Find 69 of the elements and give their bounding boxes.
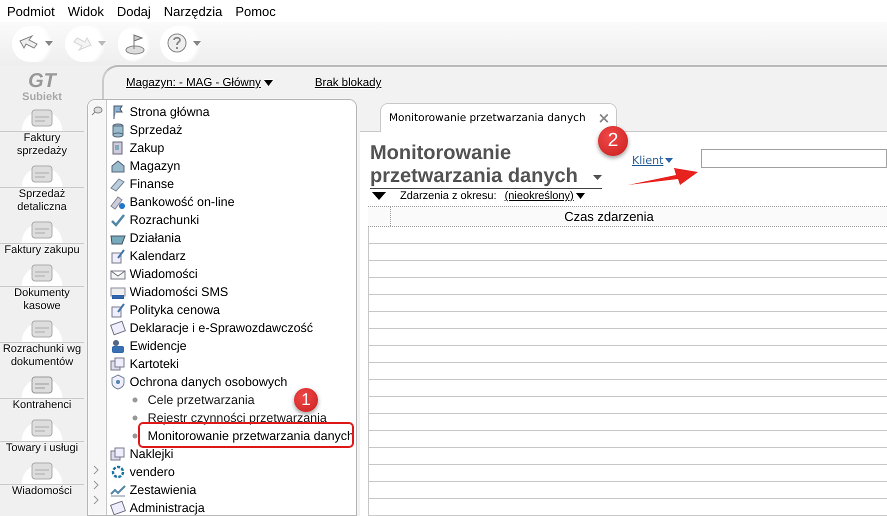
bullet-icon	[132, 397, 138, 403]
caret-icon	[665, 158, 674, 163]
notes-icon	[110, 176, 126, 192]
nav-subitem[interactable]: Rejestr czynności przetwarzania	[146, 411, 329, 425]
cards-icon	[110, 446, 126, 462]
close-icon[interactable]: ×	[598, 109, 610, 127]
nav-item[interactable]: Kartoteki	[110, 355, 356, 373]
house-icon	[110, 158, 126, 174]
nav-item[interactable]: Zakup	[110, 139, 356, 157]
tab[interactable]: Monitorowanie przetwarzania danych ×	[380, 103, 618, 132]
nav-item[interactable]: Bankowość on-line	[110, 193, 356, 211]
client-input-field[interactable]	[701, 149, 887, 168]
sidebar-item[interactable]: Wiadomości	[0, 458, 84, 498]
nav-item[interactable]: vendero	[110, 463, 356, 481]
nav-item[interactable]: Ochrona danych osobowych	[110, 373, 356, 391]
check-icon	[110, 212, 126, 228]
sidebar-item[interactable]: Faktury sprzedaży	[0, 105, 84, 158]
document-icon	[110, 320, 126, 336]
people-icon	[110, 338, 126, 354]
caret-icon	[264, 80, 273, 86]
sidebar-item[interactable]: Dokumenty kasowe	[0, 260, 84, 313]
caret-icon	[45, 41, 53, 46]
nav-item[interactable]: Finanse	[110, 175, 356, 193]
nav-subitem[interactable]: Cele przetwarzania	[146, 393, 257, 407]
bank-icon	[110, 194, 126, 210]
bullet-icon	[132, 433, 138, 439]
document-icon	[110, 500, 126, 515]
logo-text: Subiekt	[22, 91, 62, 103]
nav-item[interactable]: Magazyn	[110, 157, 356, 175]
nav-item[interactable]: Naklejki	[110, 445, 356, 463]
menu-item[interactable]: Narzędzia	[164, 4, 230, 18]
client-filter-link[interactable]: Klient	[632, 154, 674, 167]
nav-item[interactable]: Polityka cenowa	[110, 301, 356, 319]
collapse-arrow-icon	[372, 192, 386, 200]
nav-item[interactable]: Wiadomości SMS	[110, 283, 356, 301]
pen-icon	[110, 302, 126, 318]
caret-icon	[98, 41, 106, 46]
menu-item[interactable]: Dodaj	[116, 4, 158, 18]
sidebar-item[interactable]: Faktury zakupu	[0, 217, 84, 257]
sidebar-item[interactable]: Rozrachunki wg dokumentów	[0, 316, 84, 369]
sidebar-item[interactable]: Sprzedaż detaliczna	[0, 161, 84, 214]
logo-mark: GT	[28, 71, 56, 91]
period-dropdown[interactable]: (nieokreślony)	[504, 190, 585, 202]
nav-item[interactable]: Zestawienia	[110, 481, 356, 499]
nav-item[interactable]: Działania	[110, 229, 356, 247]
lock-link[interactable]: Brak blokady	[314, 77, 382, 89]
nav-item[interactable]: Deklaracje i e-Sprawozdawczość	[110, 319, 356, 337]
cards-icon	[110, 356, 126, 372]
caret-icon	[576, 193, 585, 199]
nav-item[interactable]: Ewidencje	[110, 337, 356, 355]
period-label: Zdarzenia z okresu:	[400, 190, 497, 202]
menu-item[interactable]: Pomoc	[235, 4, 283, 18]
nav-item[interactable]: Administracja	[110, 499, 356, 515]
nav-item[interactable]: Wiadomości	[110, 265, 356, 283]
menu-item[interactable]: Widok	[68, 4, 111, 18]
nav-item[interactable]: Rozrachunki	[110, 211, 356, 229]
bullet-icon	[132, 415, 138, 421]
caret-icon	[593, 175, 602, 180]
shield-icon	[110, 374, 126, 390]
menu-item[interactable]: Podmiot	[7, 4, 62, 18]
nav-item[interactable]: Strona główna	[110, 103, 356, 121]
warehouse-dropdown[interactable]: Magazyn: - MAG - Główny	[126, 77, 273, 89]
nav-item[interactable]: Kalendarz	[110, 247, 356, 265]
sidebar-item[interactable]: Towary i usługi	[0, 415, 84, 455]
nav-item[interactable]: Sprzedaż	[110, 121, 356, 139]
gear-icon	[110, 464, 126, 480]
pen-icon	[110, 248, 126, 264]
caret-icon	[193, 41, 201, 46]
sidebar-item[interactable]: Kontrahenci	[0, 372, 84, 412]
